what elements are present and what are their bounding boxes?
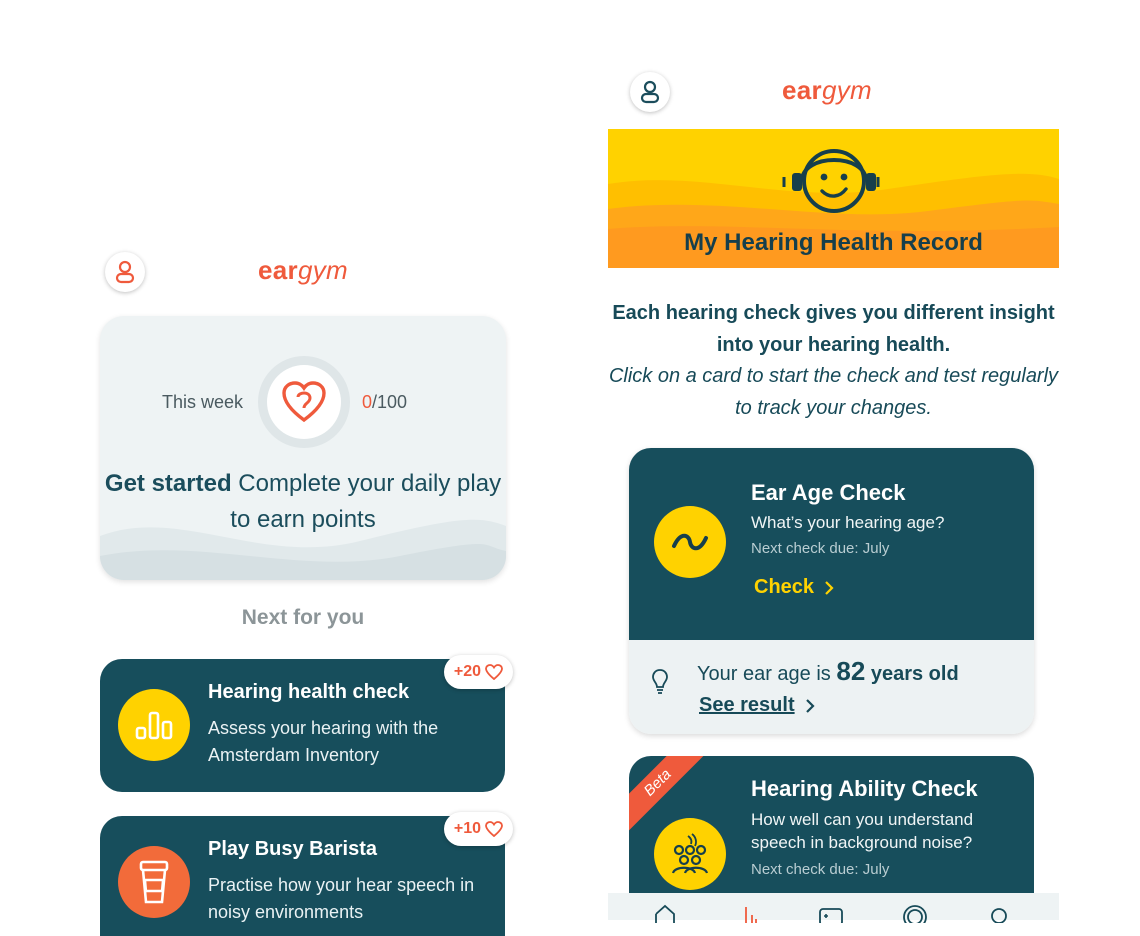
lightbulb-icon (652, 669, 668, 694)
search-icon (991, 908, 1007, 923)
coffee-cup-icon (139, 860, 169, 904)
chevron-right-icon (805, 698, 815, 713)
tab-progress[interactable] (736, 903, 766, 923)
check-subtitle: What’s your hearing age? (751, 513, 945, 532)
points-badge: +10 (443, 812, 513, 846)
ear-age-icon (654, 506, 726, 578)
hearing-ability-icon (654, 818, 726, 890)
activity-card-busy-barista[interactable]: Play Busy Barista Practise how your hear… (100, 812, 513, 936)
check-due-date: Next check due: July (751, 861, 890, 878)
see-result-link[interactable]: See result (699, 694, 815, 717)
activity-description: Practise how your hear speech in noisy e… (208, 875, 475, 922)
home-icon (655, 904, 675, 923)
check-due-date: Next check due: July (751, 540, 890, 557)
app-logo: eargym (782, 75, 872, 105)
progress-ring (258, 356, 350, 448)
check-title: Ear Age Check (751, 480, 906, 505)
chevron-right-icon (825, 580, 834, 595)
profile-button[interactable] (105, 252, 145, 292)
tab-search[interactable] (984, 903, 1014, 923)
app-logo: eargym (258, 255, 348, 285)
intro-text: Each hearing check gives you different i… (608, 298, 1059, 424)
profile-button[interactable] (630, 72, 670, 112)
bottom-tab-bar (608, 893, 1059, 923)
activity-title: Play Busy Barista (208, 838, 377, 860)
smiley-headphones-icon (782, 149, 880, 213)
tab-games[interactable] (816, 903, 846, 923)
check-button[interactable]: Check (754, 576, 834, 599)
activity-card-hearing-check[interactable]: Hearing health check Assess your hearing… (100, 655, 513, 792)
user-icon (115, 260, 135, 284)
heart-icon (485, 821, 503, 837)
intro-bold: Each hearing check gives you different i… (612, 302, 1055, 356)
banner-title: My Hearing Health Record (684, 229, 983, 256)
check-subtitle: How well can you understand speech in ba… (751, 810, 974, 852)
chart-icon (745, 907, 757, 923)
heart-icon (485, 664, 503, 680)
ear-age-result: Your ear age is 82 years old (697, 656, 959, 686)
hearing-record-banner: My Hearing Health Record (608, 129, 1059, 268)
intro-italic: Click on a card to start the check and t… (608, 365, 1059, 419)
hearing-icon (903, 905, 927, 923)
week-label: This week (162, 392, 244, 412)
activity-icon (118, 689, 190, 761)
activity-icon (118, 846, 190, 918)
activity-title: Hearing health check (208, 681, 410, 703)
check-title: Hearing Ability Check (751, 776, 978, 801)
tab-home[interactable] (650, 903, 680, 923)
game-icon (819, 908, 843, 923)
points-badge: +20 (443, 655, 513, 689)
weekly-points: 0/100 (362, 392, 408, 412)
group-people-icon (671, 833, 709, 874)
weekly-headline: Get started Complete your daily play to … (104, 470, 502, 533)
ear-age-check-card[interactable]: Ear Age Check What’s your hearing age? N… (629, 448, 1034, 734)
heart-ear-icon (282, 381, 326, 423)
weekly-progress-card[interactable]: This week 0/100 Get started Complete you… (100, 316, 506, 580)
bar-chart-icon (135, 711, 173, 740)
tab-hearing[interactable] (900, 903, 930, 923)
wave-icon (672, 533, 708, 551)
user-icon (640, 80, 660, 104)
next-for-you-heading: Next for you (241, 606, 365, 629)
activity-description: Assess your hearing with the Amsterdam I… (208, 718, 439, 765)
